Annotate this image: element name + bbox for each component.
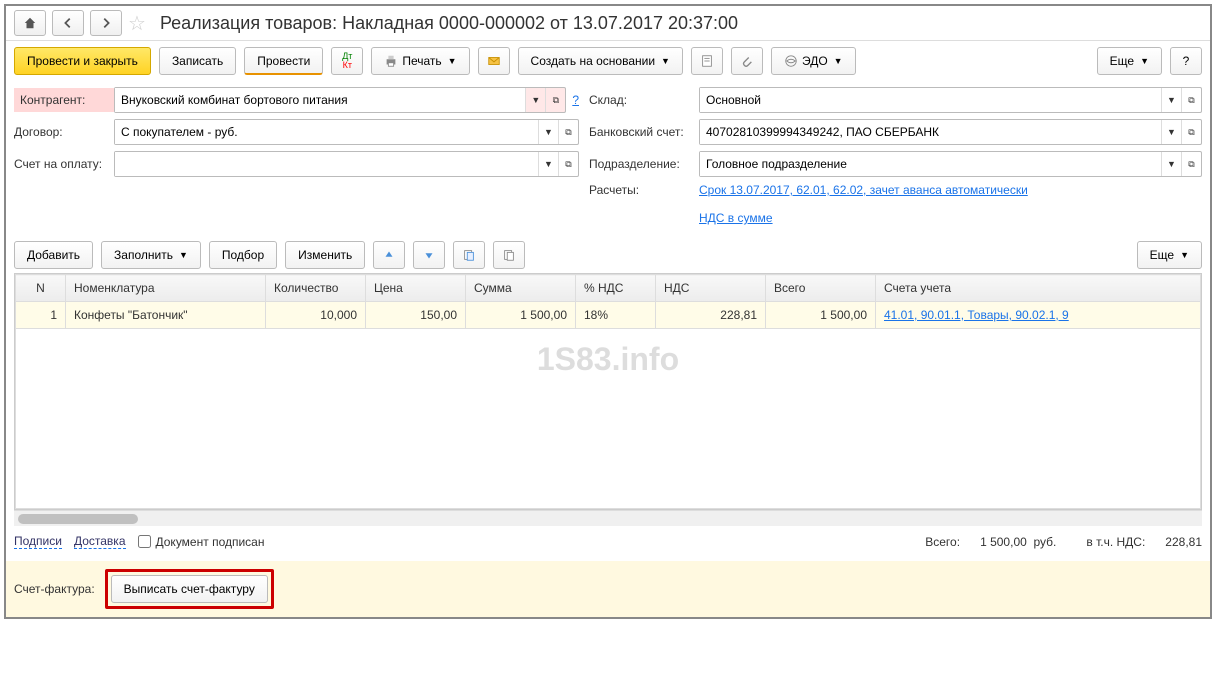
col-sum[interactable]: Сумма: [466, 275, 576, 302]
table-empty-area: [16, 329, 1201, 509]
department-input[interactable]: [700, 152, 1161, 176]
vat-label: в т.ч. НДС:: [1086, 535, 1145, 549]
dropdown-icon[interactable]: ▼: [1161, 152, 1181, 176]
table-more-button[interactable]: Еще▼: [1137, 241, 1202, 269]
more-button[interactable]: Еще▼: [1097, 47, 1162, 75]
cell-quantity[interactable]: 10,000: [266, 302, 366, 329]
invoice-label: Счет-фактура:: [14, 582, 95, 596]
total-label: Всего:: [925, 535, 960, 549]
cell-n[interactable]: 1: [16, 302, 66, 329]
copy-button[interactable]: [453, 241, 485, 269]
contract-input[interactable]: [115, 120, 538, 144]
cell-price[interactable]: 150,00: [366, 302, 466, 329]
payment-invoice-label: Счет на оплату:: [14, 157, 114, 171]
col-total[interactable]: Всего: [766, 275, 876, 302]
attach-button[interactable]: [731, 47, 763, 75]
payment-invoice-input[interactable]: [115, 152, 538, 176]
settlements-label: Расчеты:: [589, 183, 699, 197]
open-icon[interactable]: ⧉: [1181, 88, 1201, 112]
forward-button[interactable]: [90, 10, 122, 36]
contractor-label: Контрагент:: [14, 88, 114, 112]
issue-invoice-button[interactable]: Выписать счет-фактуру: [111, 575, 268, 603]
open-icon[interactable]: ⧉: [558, 120, 578, 144]
fill-button[interactable]: Заполнить▼: [101, 241, 201, 269]
open-icon[interactable]: ⧉: [545, 88, 565, 112]
warehouse-label: Склад:: [589, 93, 699, 107]
cell-nomenclature[interactable]: Конфеты "Батончик": [66, 302, 266, 329]
star-icon[interactable]: ☆: [128, 11, 146, 36]
open-icon[interactable]: ⧉: [558, 152, 578, 176]
col-vat-pct[interactable]: % НДС: [576, 275, 656, 302]
doc-icon-button[interactable]: [691, 47, 723, 75]
home-button[interactable]: [14, 10, 46, 36]
dropdown-icon[interactable]: ▼: [1161, 120, 1181, 144]
col-nomenclature[interactable]: Номенклатура: [66, 275, 266, 302]
warehouse-input[interactable]: [700, 88, 1161, 112]
dtkt-button[interactable]: ДтКт: [331, 47, 363, 75]
open-icon[interactable]: ⧉: [1181, 120, 1201, 144]
col-accounts[interactable]: Счета учета: [876, 275, 1201, 302]
bank-account-label: Банковский счет:: [589, 125, 699, 139]
cell-total[interactable]: 1 500,00: [766, 302, 876, 329]
cell-accounts[interactable]: 41.01, 90.01.1, Товары, 90.02.1, 9: [876, 302, 1201, 329]
contractor-input[interactable]: [115, 88, 525, 112]
help-button[interactable]: ?: [1170, 47, 1202, 75]
add-row-button[interactable]: Добавить: [14, 241, 93, 269]
edo-button[interactable]: ЭДО▼: [771, 47, 856, 75]
dropdown-icon[interactable]: ▼: [525, 88, 545, 112]
open-icon[interactable]: ⧉: [1181, 152, 1201, 176]
col-vat[interactable]: НДС: [656, 275, 766, 302]
dropdown-icon[interactable]: ▼: [1161, 88, 1181, 112]
settlements-link[interactable]: Срок 13.07.2017, 62.01, 62.02, зачет ава…: [699, 183, 1028, 197]
move-up-button[interactable]: [373, 241, 405, 269]
dropdown-icon[interactable]: ▼: [538, 120, 558, 144]
doc-signed-checkbox-wrap[interactable]: Документ подписан: [138, 535, 265, 549]
delivery-link[interactable]: Доставка: [74, 534, 126, 549]
dropdown-icon[interactable]: ▼: [538, 152, 558, 176]
cell-vat-pct[interactable]: 18%: [576, 302, 656, 329]
bank-account-input[interactable]: [700, 120, 1161, 144]
cell-vat[interactable]: 228,81: [656, 302, 766, 329]
doc-signed-checkbox[interactable]: [138, 535, 151, 548]
department-label: Подразделение:: [589, 157, 699, 171]
move-down-button[interactable]: [413, 241, 445, 269]
vat-value: 228,81: [1165, 535, 1202, 549]
horizontal-scrollbar[interactable]: [14, 510, 1202, 526]
col-price[interactable]: Цена: [366, 275, 466, 302]
back-button[interactable]: [52, 10, 84, 36]
contractor-help-link[interactable]: ?: [572, 93, 579, 107]
page-title: Реализация товаров: Накладная 0000-00000…: [160, 13, 738, 34]
col-n[interactable]: N: [16, 275, 66, 302]
save-button[interactable]: Записать: [159, 47, 236, 75]
change-button[interactable]: Изменить: [285, 241, 365, 269]
total-value: 1 500,00: [980, 535, 1027, 549]
print-button[interactable]: Печать▼: [371, 47, 469, 75]
doc-signed-label: Документ подписан: [156, 535, 265, 549]
create-based-button[interactable]: Создать на основании▼: [518, 47, 683, 75]
post-button[interactable]: Провести: [244, 47, 323, 75]
vat-mode-link[interactable]: НДС в сумме: [699, 211, 773, 225]
mail-button[interactable]: [478, 47, 510, 75]
select-button[interactable]: Подбор: [209, 241, 277, 269]
col-quantity[interactable]: Количество: [266, 275, 366, 302]
post-and-close-button[interactable]: Провести и закрыть: [14, 47, 151, 75]
items-table[interactable]: N Номенклатура Количество Цена Сумма % Н…: [15, 274, 1201, 509]
cell-sum[interactable]: 1 500,00: [466, 302, 576, 329]
signatures-link[interactable]: Подписи: [14, 534, 62, 549]
table-row[interactable]: 1 Конфеты "Батончик" 10,000 150,00 1 500…: [16, 302, 1201, 329]
paste-button[interactable]: [493, 241, 525, 269]
contract-label: Договор:: [14, 125, 114, 139]
